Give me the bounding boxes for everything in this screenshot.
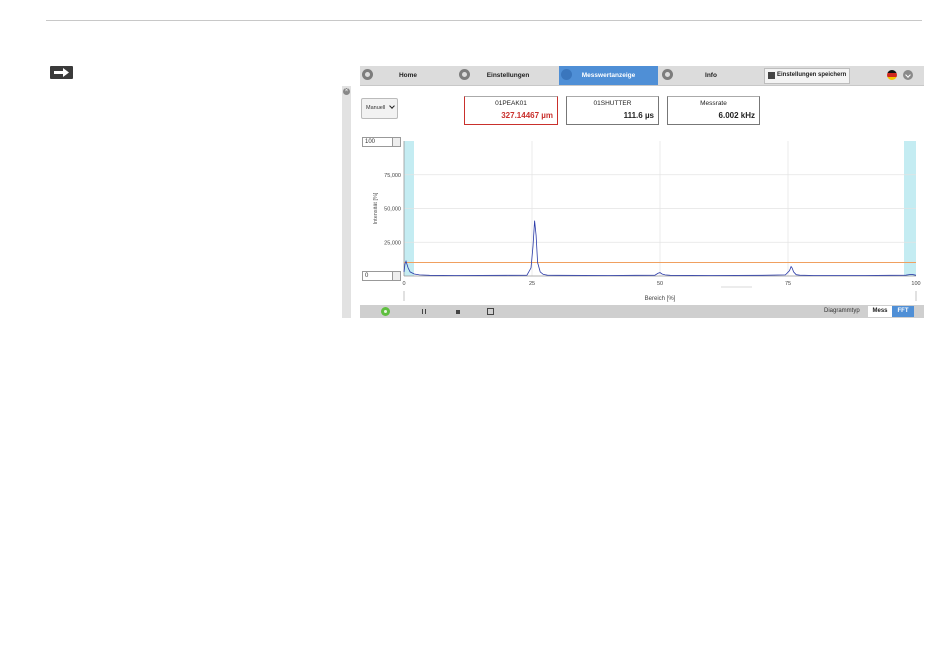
y-tick-label: 75,000 xyxy=(384,173,401,179)
page-header-rule xyxy=(46,20,922,21)
save-disk-icon[interactable] xyxy=(487,308,494,315)
y-min-value: 0 xyxy=(365,272,369,279)
x-tick-label: 0 xyxy=(402,281,405,287)
diagram-type-label: Diagrammtyp xyxy=(824,308,860,314)
diagram-type-mess[interactable]: Mess xyxy=(868,306,892,317)
stop-icon[interactable] xyxy=(456,309,460,314)
pause-icon[interactable] xyxy=(422,309,426,314)
spinner-arrows-icon[interactable] xyxy=(392,138,400,146)
arrow-right-icon xyxy=(50,66,73,79)
x-tick-label: 100 xyxy=(911,281,920,287)
y-tick-label: 25,000 xyxy=(384,240,401,246)
diagram-type-fft[interactable]: FFT xyxy=(892,306,914,317)
app-window: Home Einstellungen Messwertanzeige Info … xyxy=(342,66,924,318)
y-max-value: 100 xyxy=(365,138,376,145)
spinner-arrows-icon[interactable] xyxy=(392,272,400,280)
y-max-spinner[interactable]: 100 xyxy=(362,137,401,147)
intensity-chart[interactable]: 0 25 50 75 100 25,000 50,000 75,000 Bereich [%] I… xyxy=(342,66,924,318)
x-tick-label: 25 xyxy=(529,281,535,287)
y-tick-label: 50,000 xyxy=(384,207,401,213)
x-axis-title: Bereich [%] xyxy=(645,296,676,302)
chart-toolbar: Diagrammtyp Mess FFT xyxy=(360,305,924,318)
x-tick-label: 50 xyxy=(657,281,663,287)
y-axis-title: Intensität [%] xyxy=(373,192,379,224)
x-tick-label: 75 xyxy=(785,281,791,287)
y-min-spinner[interactable]: 0 xyxy=(362,271,401,281)
play-icon[interactable] xyxy=(381,307,390,316)
